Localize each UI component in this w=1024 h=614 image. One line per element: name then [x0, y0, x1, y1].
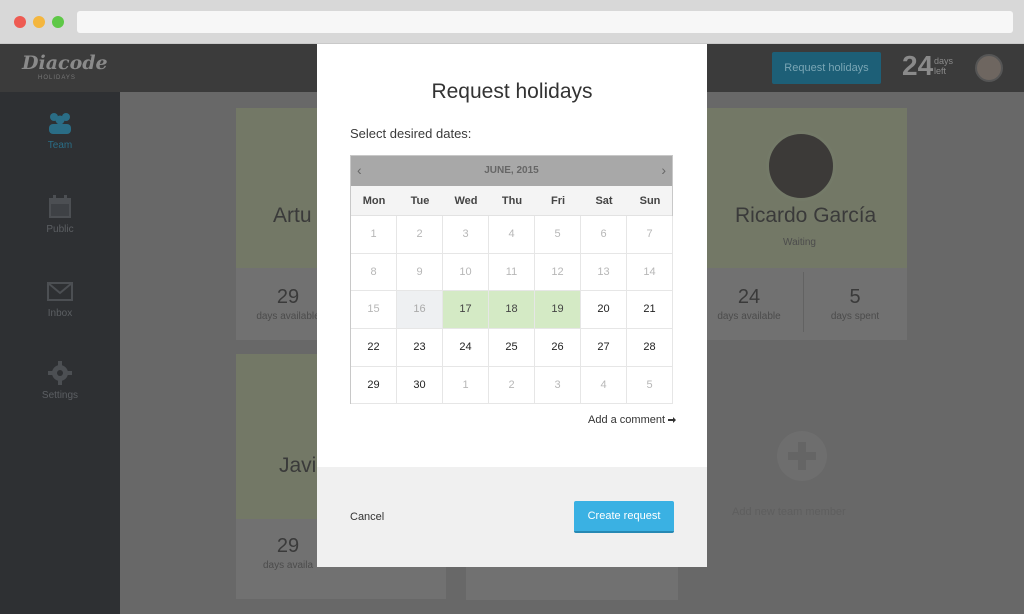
date-picker: ‹ JUNE, 2015 › Mon Tue Wed Thu Fri Sat Sun 123… — [350, 155, 673, 405]
sidebar: Team Public Inbox Settings — [0, 92, 120, 614]
calendar-day[interactable]: 16 — [397, 291, 443, 330]
calendar-day[interactable]: 25 — [489, 329, 535, 367]
calendar-day[interactable]: 17 — [443, 291, 489, 330]
sidebar-item-label: Settings — [41, 390, 79, 401]
sidebar-item-settings[interactable]: Settings — [0, 360, 120, 401]
add-member-icon[interactable] — [777, 431, 827, 481]
calendar-day[interactable]: 18 — [489, 291, 535, 330]
calendar-day[interactable]: 13 — [581, 253, 627, 292]
stat-number: 24 — [737, 286, 761, 308]
request-holidays-modal: Request holidays Select desired dates: ‹… — [317, 44, 707, 567]
calendar-day[interactable]: 23 — [397, 329, 443, 367]
stat-number: 5 — [849, 286, 861, 308]
calendar-day[interactable]: 12 — [535, 253, 581, 292]
cancel-button[interactable]: Cancel — [350, 511, 384, 523]
calendar-month: JUNE, 2015 — [484, 165, 539, 176]
calendar-day[interactable]: 22 — [351, 329, 397, 367]
calendar-day[interactable]: 29 — [351, 366, 397, 405]
sidebar-item-label: Team — [47, 140, 73, 151]
create-request-button[interactable]: Create request — [574, 501, 674, 533]
close-window-button[interactable] — [14, 16, 26, 28]
calendar-day[interactable]: 3 — [443, 216, 489, 254]
sidebar-item-inbox[interactable]: Inbox — [0, 278, 120, 319]
calendar-day[interactable]: 5 — [535, 216, 581, 254]
member-avatar — [766, 131, 836, 201]
calendar-day[interactable]: 27 — [581, 329, 627, 367]
browser-chrome — [0, 0, 1024, 44]
weekday-label: Sun — [639, 195, 661, 207]
calendar-day[interactable]: 11 — [489, 253, 535, 292]
calendar-day[interactable]: 1 — [443, 366, 489, 405]
calendar-day[interactable]: 24 — [443, 329, 489, 367]
add-comment-link[interactable]: Add a comment — [588, 414, 677, 426]
calendar-day[interactable]: 14 — [627, 253, 673, 292]
calendar-day[interactable]: 8 — [351, 253, 397, 292]
calendar-day[interactable]: 26 — [535, 329, 581, 367]
sidebar-item-team[interactable]: Team — [0, 110, 120, 151]
weekday-label: Tue — [410, 195, 430, 207]
maximize-window-button[interactable] — [52, 16, 64, 28]
member-name: Javi — [279, 454, 317, 477]
calendar-day[interactable]: 3 — [535, 366, 581, 405]
calendar-day[interactable]: 7 — [627, 216, 673, 254]
calendar-day[interactable]: 2 — [489, 366, 535, 405]
calendar-day[interactable]: 9 — [397, 253, 443, 292]
calendar-icon — [49, 195, 71, 218]
calendar-day[interactable]: 5 — [627, 366, 673, 405]
request-holidays-button[interactable]: Request holidays — [772, 52, 881, 84]
calendar-day[interactable]: 1 — [351, 216, 397, 254]
gear-icon — [48, 361, 72, 385]
address-bar[interactable] — [77, 11, 1013, 33]
minimize-window-button[interactable] — [33, 16, 45, 28]
days-spent-stat: 5 days spent — [803, 286, 907, 322]
sidebar-item-label: Inbox — [47, 308, 73, 319]
member-name: Artu — [273, 204, 312, 227]
weekday-label: Wed — [454, 195, 478, 207]
calendar-header: ‹ JUNE, 2015 › — [351, 156, 672, 186]
stat-label: days available — [717, 311, 781, 322]
calendar-day[interactable]: 6 — [581, 216, 627, 254]
app-logo-subtitle: HOLIDAYS — [38, 75, 76, 81]
app-logo[interactable]: Diacode — [22, 52, 108, 74]
days-left-label: days left — [934, 56, 953, 76]
calendar-day[interactable]: 28 — [627, 329, 673, 367]
modal-footer: Cancel Create request — [317, 467, 707, 567]
calendar-day[interactable]: 20 — [581, 291, 627, 330]
sidebar-item-public[interactable]: Public — [0, 194, 120, 235]
sidebar-item-label: Public — [46, 224, 74, 235]
days-left-count: 24 — [902, 50, 934, 81]
weekday-label: Sat — [595, 195, 613, 207]
weekday-label: Mon — [362, 195, 386, 207]
weekday-label: Fri — [550, 195, 566, 207]
calendar-day[interactable]: 15 — [351, 291, 397, 330]
user-avatar[interactable] — [975, 54, 1003, 82]
calendar-day[interactable]: 21 — [627, 291, 673, 330]
member-status: Waiting — [783, 237, 816, 248]
calendar-day[interactable]: 10 — [443, 253, 489, 292]
calendar-day[interactable]: 4 — [581, 366, 627, 405]
next-month-icon[interactable]: › — [661, 162, 666, 178]
modal-subtitle: Select desired dates: — [350, 126, 472, 141]
days-available-stat: 24 days available — [697, 286, 801, 322]
mail-icon — [47, 282, 73, 301]
arrow-right-icon — [668, 417, 677, 424]
weekday-label: Thu — [501, 195, 523, 207]
calendar-day[interactable]: 30 — [397, 366, 443, 405]
weekday-header: Mon Tue Wed Thu Fri Sat Sun — [351, 186, 672, 216]
calendar-day[interactable]: 2 — [397, 216, 443, 254]
member-name: Ricardo García — [735, 204, 877, 227]
stat-label: days spent — [830, 311, 880, 322]
add-member-link[interactable]: Add new team member — [732, 506, 846, 518]
calendar-day[interactable]: 4 — [489, 216, 535, 254]
days-label-line2: left — [934, 66, 947, 76]
add-comment-label: Add a comment — [588, 414, 666, 426]
days-label-line1: days — [934, 56, 954, 66]
calendar-day[interactable]: 19 — [535, 291, 581, 330]
team-icon — [49, 113, 71, 134]
modal-title: Request holidays — [431, 80, 593, 103]
